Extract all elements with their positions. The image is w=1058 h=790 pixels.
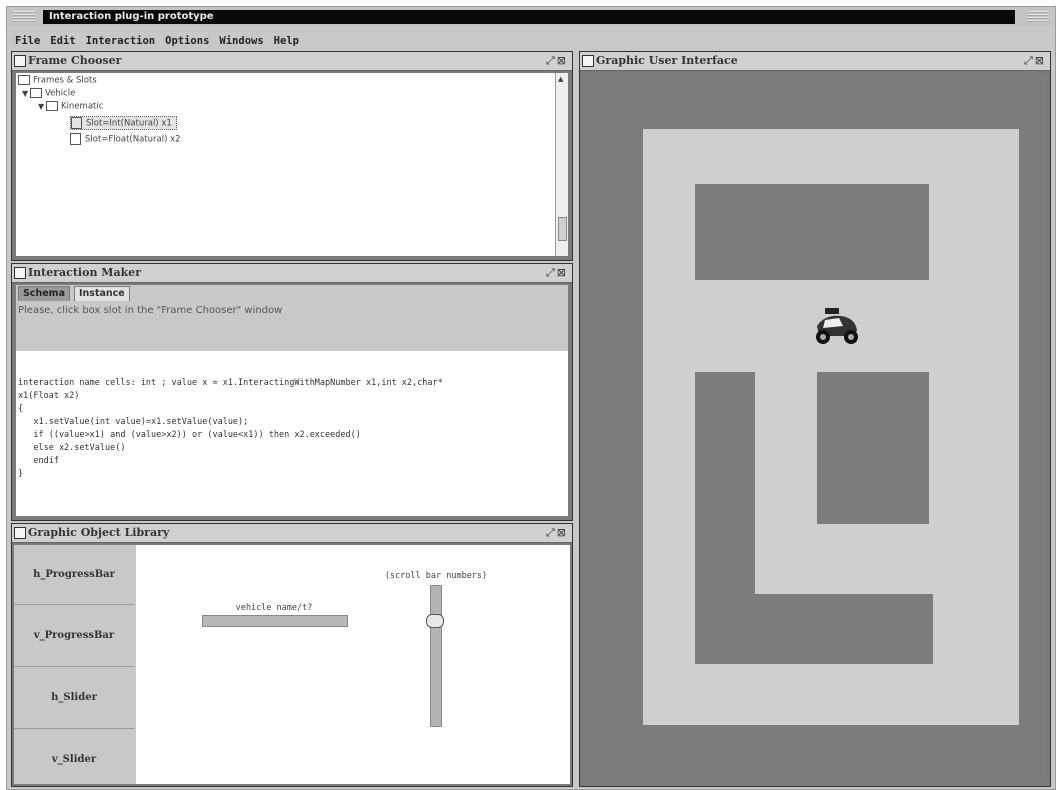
resize-icon[interactable]: ⤢: [546, 266, 557, 279]
resize-icon[interactable]: ⤢: [546, 54, 557, 67]
frame-chooser-window: Frame Chooser ⤢⊠ Frames & Slots ▼ Vehicle…: [11, 51, 573, 261]
scroll-thumb[interactable]: [558, 217, 567, 241]
close-icon[interactable]: ⊠: [557, 526, 568, 539]
v-slider-label: (scroll bar numbers): [384, 571, 488, 581]
window-title: Interaction plug-in prototype: [43, 10, 1015, 24]
menu-help[interactable]: Help: [274, 32, 299, 50]
v-slider-track[interactable]: [430, 585, 442, 727]
tree-node-vehicle[interactable]: ▼ Vehicle: [22, 88, 75, 99]
building-block: [695, 184, 929, 280]
library-item-v-progressbar[interactable]: v_ProgressBar: [14, 605, 134, 667]
h-progressbar-preview[interactable]: [202, 615, 348, 627]
window-icon: [582, 55, 594, 67]
building-block: [695, 594, 933, 664]
vertical-scrollbar[interactable]: ▲: [555, 73, 568, 256]
window-controls[interactable]: ⤢⊠: [546, 54, 568, 68]
library-item-v-slider[interactable]: v_Slider: [14, 729, 134, 784]
interaction-maker-body: Schema Instance Please, click box slot i…: [16, 285, 568, 516]
window-controls[interactable]: ⤢⊠: [546, 526, 568, 540]
tab-instance[interactable]: Instance: [74, 286, 130, 302]
menu-file[interactable]: File: [15, 32, 40, 50]
library-preview: vehicle name/t? (scroll bar numbers): [136, 545, 570, 784]
library-item-h-progressbar[interactable]: h_ProgressBar: [14, 545, 134, 605]
window-icon: [14, 55, 26, 67]
resize-icon[interactable]: ⤢: [1024, 54, 1035, 67]
close-icon[interactable]: ⊠: [557, 266, 568, 279]
interaction-maker-titlebar[interactable]: Interaction Maker ⤢⊠: [12, 264, 572, 283]
frame-chooser-title: Frame Chooser: [28, 54, 122, 67]
gui-titlebar[interactable]: Graphic User Interface ⤢⊠: [580, 52, 1050, 71]
close-icon[interactable]: ⊠: [1035, 54, 1046, 67]
map-canvas[interactable]: [583, 74, 1047, 783]
library-body: h_ProgressBar v_ProgressBar h_Slider v_S…: [14, 545, 570, 784]
window-titlebar[interactable]: Interaction plug-in prototype: [7, 7, 1055, 27]
expand-icon[interactable]: ▼: [38, 102, 46, 111]
document-icon: [70, 133, 81, 145]
document-icon: [71, 117, 82, 129]
tree-node-kinematic[interactable]: ▼ Kinematic: [38, 101, 103, 112]
library-title: Graphic Object Library: [28, 526, 170, 539]
tab-schema[interactable]: Schema: [18, 286, 70, 302]
interaction-maker-window: Interaction Maker ⤢⊠ Schema Instance Ple…: [11, 263, 573, 521]
folder-icon: [30, 88, 42, 98]
instruction-text: Please, click box slot in the "Frame Cho…: [16, 301, 568, 351]
menu-interaction[interactable]: Interaction: [86, 32, 156, 50]
scroll-up-icon[interactable]: ▲: [558, 75, 563, 83]
menu-windows[interactable]: Windows: [219, 32, 263, 50]
library-item-h-slider[interactable]: h_Slider: [14, 667, 134, 729]
tree-root[interactable]: Frames & Slots: [18, 75, 97, 86]
frame-chooser-titlebar[interactable]: Frame Chooser ⤢⊠: [12, 52, 572, 71]
vehicle-icon[interactable]: [811, 304, 863, 348]
menu-edit[interactable]: Edit: [50, 32, 75, 50]
building-block: [817, 372, 929, 524]
library-titlebar[interactable]: Graphic Object Library ⤢⊠: [12, 524, 572, 543]
library-list: h_ProgressBar v_ProgressBar h_Slider v_S…: [14, 545, 134, 784]
main-window: Interaction plug-in prototype File Edit In…: [6, 6, 1056, 790]
folder-icon: [46, 101, 58, 111]
graphic-user-interface-window: Graphic User Interface ⤢⊠: [579, 51, 1051, 787]
gui-title: Graphic User Interface: [596, 54, 738, 67]
h-progressbar-label: vehicle name/t?: [235, 603, 313, 613]
frame-tree: Frames & Slots ▼ Vehicle ▼ Kinematic Slot=…: [16, 73, 568, 256]
window-icon: [14, 267, 26, 279]
menu-options[interactable]: Options: [165, 32, 209, 50]
expand-icon[interactable]: ▼: [22, 89, 30, 98]
tree-slot-item[interactable]: Slot=Int(Natural) x1: [70, 116, 177, 130]
close-icon[interactable]: ⊠: [557, 54, 568, 67]
menubar: File Edit Interaction Options Windows Help: [7, 29, 1055, 47]
window-icon: [14, 527, 26, 539]
tab-row: Schema Instance: [16, 285, 568, 302]
grip-right-icon: [1027, 11, 1049, 23]
window-controls[interactable]: ⤢⊠: [546, 266, 568, 280]
grip-left-icon: [13, 11, 35, 23]
graphic-object-library-window: Graphic Object Library ⤢⊠ h_ProgressBar …: [11, 523, 573, 787]
resize-icon[interactable]: ⤢: [546, 526, 557, 539]
interaction-code[interactable]: interaction name cells: int ; value x = …: [18, 377, 443, 481]
window-controls[interactable]: ⤢⊠: [1024, 54, 1046, 68]
interaction-maker-title: Interaction Maker: [28, 266, 141, 279]
folder-icon: [18, 75, 30, 85]
v-slider-thumb[interactable]: [426, 614, 444, 628]
tree-slot-item[interactable]: Slot=Float(Natural) x2: [70, 133, 181, 145]
